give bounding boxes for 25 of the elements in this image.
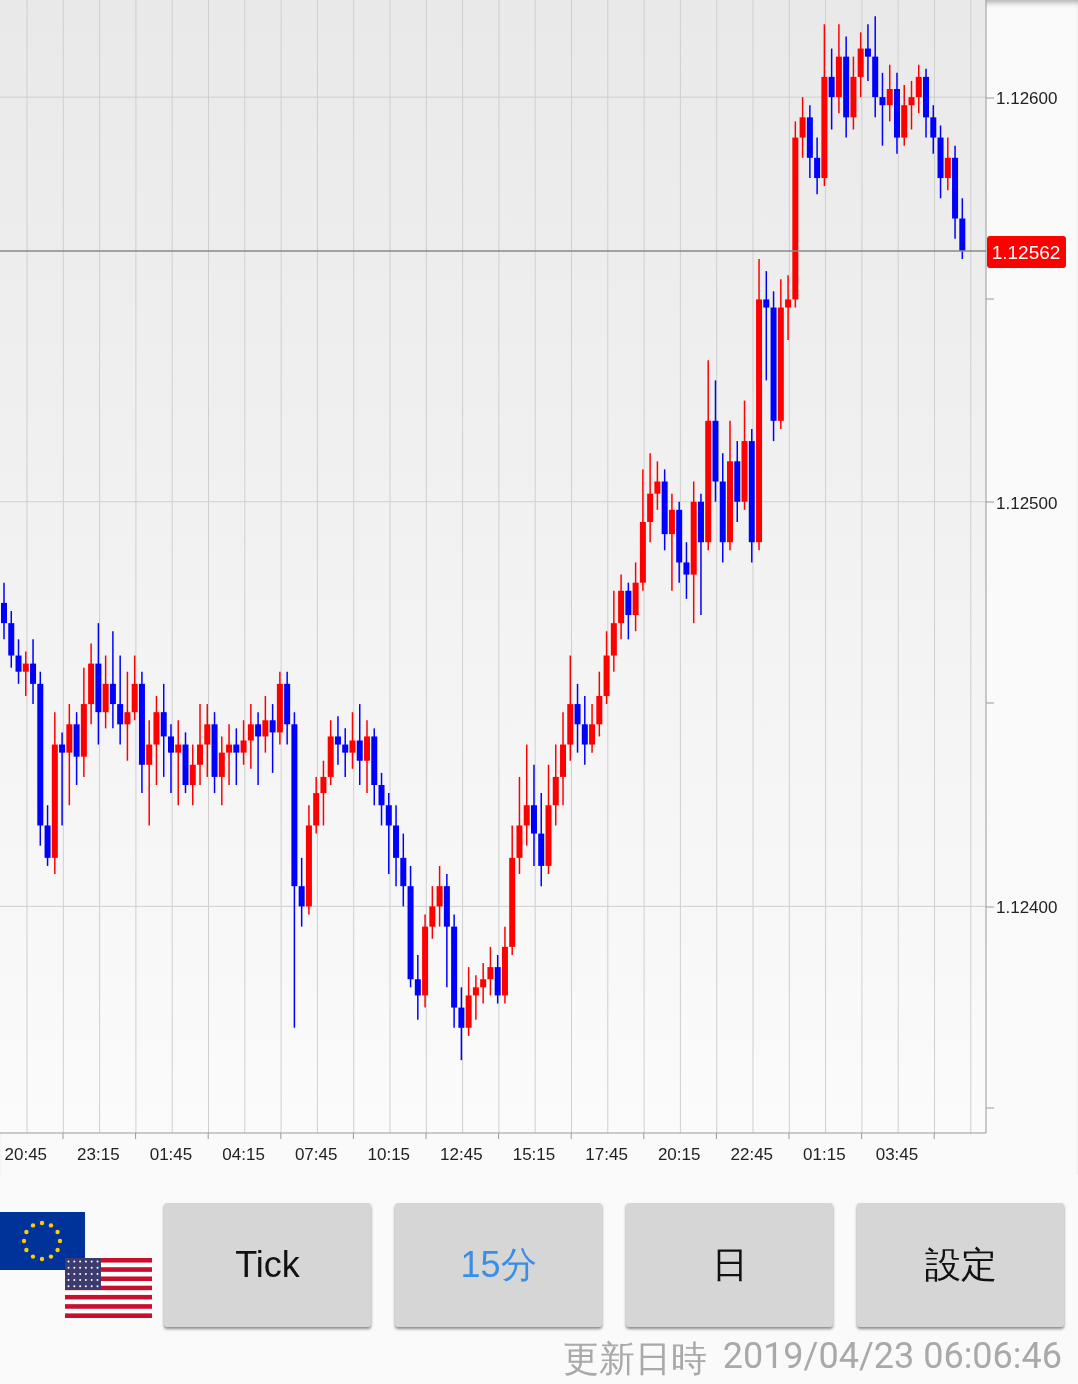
time-label: 01:15 xyxy=(803,1145,846,1164)
time-label: 20:15 xyxy=(657,1145,701,1164)
time-label: 20:45 xyxy=(4,1145,48,1164)
updated-timestamp: 2019/04/23 06:06:46 xyxy=(722,1335,1062,1379)
ref-line-label: 1.12562 xyxy=(991,241,1061,263)
timeframe-button[interactable]: Tick xyxy=(164,1203,371,1327)
time-label: 15:15 xyxy=(512,1145,556,1164)
time-label: 12:45 xyxy=(440,1145,483,1164)
time-label: 17:45 xyxy=(585,1145,628,1164)
updated-label: 更新日時 xyxy=(562,1337,707,1382)
timeframe-button[interactable]: 日 xyxy=(626,1203,833,1327)
price-label: 1.12500 xyxy=(996,493,1058,513)
time-label: 10:15 xyxy=(367,1145,411,1164)
time-label: 04:15 xyxy=(222,1145,265,1164)
timeframe-button[interactable]: 設定 xyxy=(857,1203,1064,1327)
price-label: 1.12400 xyxy=(996,898,1058,918)
eu-flag-icon xyxy=(0,1212,85,1270)
time-label: 22:45 xyxy=(730,1145,774,1164)
time-label: 07:45 xyxy=(294,1145,338,1164)
time-label: 03:45 xyxy=(875,1145,919,1164)
price-label: 1.12600 xyxy=(996,89,1058,109)
time-label: 01:45 xyxy=(149,1145,193,1164)
us-flag-icon xyxy=(65,1258,152,1318)
current-price-badge: 1.12562 xyxy=(987,235,1066,268)
time-label: 23:15 xyxy=(77,1145,120,1164)
